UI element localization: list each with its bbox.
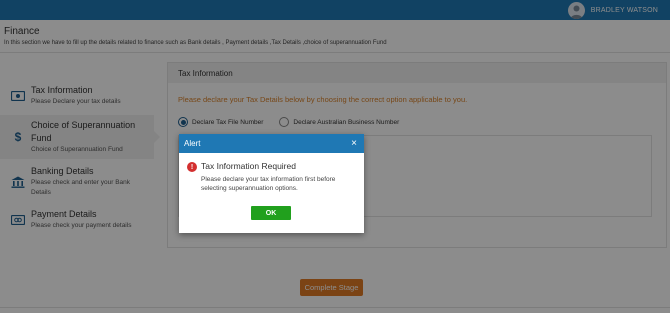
close-icon[interactable]: × (351, 138, 357, 149)
error-icon: ! (187, 162, 197, 172)
alert-header: Alert × (179, 134, 364, 153)
ok-button[interactable]: OK (251, 206, 291, 220)
alert-title: Alert (184, 139, 201, 148)
alert-dialog: Alert × ! Tax Information Required Pleas… (179, 134, 364, 233)
alert-message-title: Tax Information Required (201, 161, 296, 171)
alert-message-text: Please declare your tax information firs… (201, 176, 336, 192)
alert-body: ! Tax Information Required Please declar… (179, 153, 364, 193)
